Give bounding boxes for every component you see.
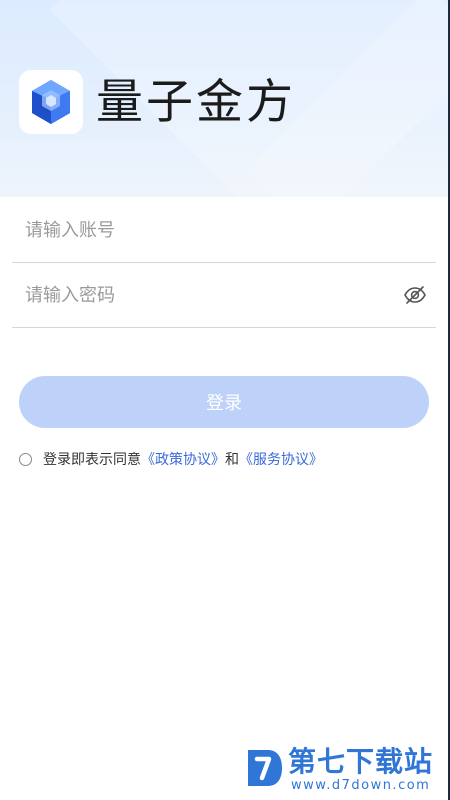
eye-off-icon[interactable] <box>400 280 430 310</box>
password-field[interactable] <box>12 263 436 328</box>
watermark: 第七下载站 www.d7down.com <box>244 744 444 796</box>
app-title: 量子金方 <box>96 75 296 130</box>
account-field[interactable] <box>12 198 436 263</box>
agreement-conjunction: 和 <box>225 452 239 468</box>
agreement-prefix: 登录即表示同意 <box>43 452 141 468</box>
account-input[interactable] <box>12 210 436 250</box>
watermark-title: 第七下载站 <box>288 745 434 778</box>
login-button[interactable]: 登录 <box>19 376 429 428</box>
password-input[interactable] <box>12 275 400 315</box>
agreement-radio[interactable] <box>19 452 32 466</box>
agreement-row: 登录即表示同意 《政策协议》 和 《服务协议》 <box>19 448 323 470</box>
policy-agreement-link[interactable]: 《政策协议》 <box>141 449 225 469</box>
app-logo <box>19 70 83 134</box>
service-agreement-link[interactable]: 《服务协议》 <box>239 449 323 469</box>
watermark-url: www.d7down.com <box>291 778 431 793</box>
d7-logo-icon <box>248 750 282 786</box>
crystal-gem-icon <box>32 80 70 124</box>
